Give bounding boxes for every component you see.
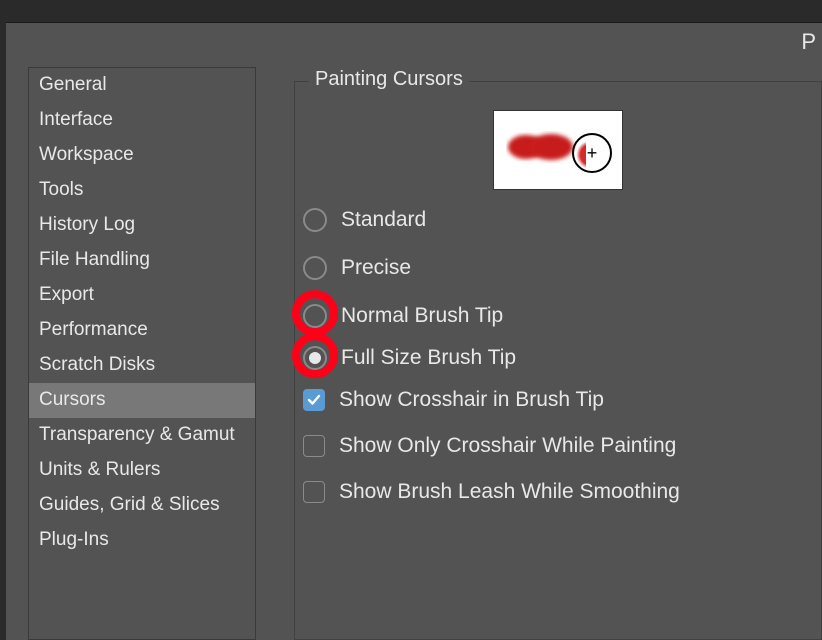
sidebar-item-label: Tools xyxy=(39,179,83,200)
radio-label: Precise xyxy=(341,256,411,280)
sidebar-item-file-handling[interactable]: File Handling xyxy=(29,243,255,278)
sidebar-item-label: Units & Rulers xyxy=(39,459,160,480)
cursor-preview: + xyxy=(493,110,623,190)
window-title-bar: P xyxy=(6,23,822,61)
sidebar-item-label: General xyxy=(39,74,107,95)
checkbox-label: Show Brush Leash While Smoothing xyxy=(339,480,680,504)
main-panel: Painting Cursors xyxy=(256,61,822,640)
checkbox-row-show-only-crosshair-while-painting[interactable]: Show Only Crosshair While Painting xyxy=(295,434,821,458)
group-title: Painting Cursors xyxy=(309,68,469,91)
checkbox-row-show-brush-leash-while-smoothing[interactable]: Show Brush Leash While Smoothing xyxy=(295,480,821,504)
content-area: General Interface Workspace Tools History Lo… xyxy=(6,61,822,640)
checkbox-row-show-crosshair-in-brush-tip[interactable]: Show Crosshair in Brush Tip xyxy=(295,388,821,412)
radio-label: Full Size Brush Tip xyxy=(341,346,516,370)
sidebar-item-general[interactable]: General xyxy=(29,68,255,103)
radio-row-normal-brush-tip[interactable]: Normal Brush Tip xyxy=(295,304,821,328)
sidebar-item-history-log[interactable]: History Log xyxy=(29,208,255,243)
window-title-fragment: P xyxy=(801,29,816,55)
radio-label: Standard xyxy=(341,208,426,232)
sidebar-item-units-rulers[interactable]: Units & Rulers xyxy=(29,453,255,488)
sidebar-item-workspace[interactable]: Workspace xyxy=(29,138,255,173)
sidebar-item-label: Transparency & Gamut xyxy=(39,424,235,445)
radio-button[interactable] xyxy=(303,304,327,328)
radio-row-precise[interactable]: Precise xyxy=(295,256,821,280)
checkbox-label: Show Crosshair in Brush Tip xyxy=(339,388,604,412)
crosshair-icon: + xyxy=(587,144,598,162)
brush-outline-icon: + xyxy=(572,133,612,173)
preferences-sidebar: General Interface Workspace Tools History Lo… xyxy=(28,67,256,640)
sidebar-item-guides-grid-slices[interactable]: Guides, Grid & Slices xyxy=(29,488,255,523)
sidebar-item-interface[interactable]: Interface xyxy=(29,103,255,138)
painting-cursors-group: Painting Cursors xyxy=(294,81,822,640)
radio-label: Normal Brush Tip xyxy=(341,304,503,328)
checkbox[interactable] xyxy=(303,435,325,457)
sidebar-item-tools[interactable]: Tools xyxy=(29,173,255,208)
radio-row-full-size-brush-tip[interactable]: Full Size Brush Tip xyxy=(295,346,821,370)
radio-row-standard[interactable]: Standard xyxy=(295,208,821,232)
sidebar-item-label: Cursors xyxy=(39,389,106,410)
checkbox[interactable] xyxy=(303,389,325,411)
sidebar-item-transparency-gamut[interactable]: Transparency & Gamut xyxy=(29,418,255,453)
sidebar-item-label: Guides, Grid & Slices xyxy=(39,494,220,515)
sidebar-item-performance[interactable]: Performance xyxy=(29,313,255,348)
sidebar-item-export[interactable]: Export xyxy=(29,278,255,313)
sidebar-item-scratch-disks[interactable]: Scratch Disks xyxy=(29,348,255,383)
radio-button[interactable] xyxy=(303,346,327,370)
check-icon xyxy=(307,393,321,407)
preferences-window: P General Interface Workspace Tools History … xyxy=(6,22,822,640)
radio-button[interactable] xyxy=(303,256,327,280)
radio-button[interactable] xyxy=(303,208,327,232)
sidebar-item-label: Workspace xyxy=(39,144,134,165)
checkbox[interactable] xyxy=(303,481,325,503)
sidebar-item-plug-ins[interactable]: Plug-Ins xyxy=(29,523,255,558)
sidebar-item-label: Performance xyxy=(39,319,148,340)
sidebar-item-label: Interface xyxy=(39,109,113,130)
sidebar-item-label: Plug-Ins xyxy=(39,529,109,550)
checkbox-label: Show Only Crosshair While Painting xyxy=(339,434,676,458)
sidebar-item-label: Scratch Disks xyxy=(39,354,155,375)
sidebar-item-label: History Log xyxy=(39,214,135,235)
sidebar-item-label: Export xyxy=(39,284,94,305)
sidebar-item-cursors[interactable]: Cursors xyxy=(29,383,255,418)
sidebar-item-label: File Handling xyxy=(39,249,150,270)
